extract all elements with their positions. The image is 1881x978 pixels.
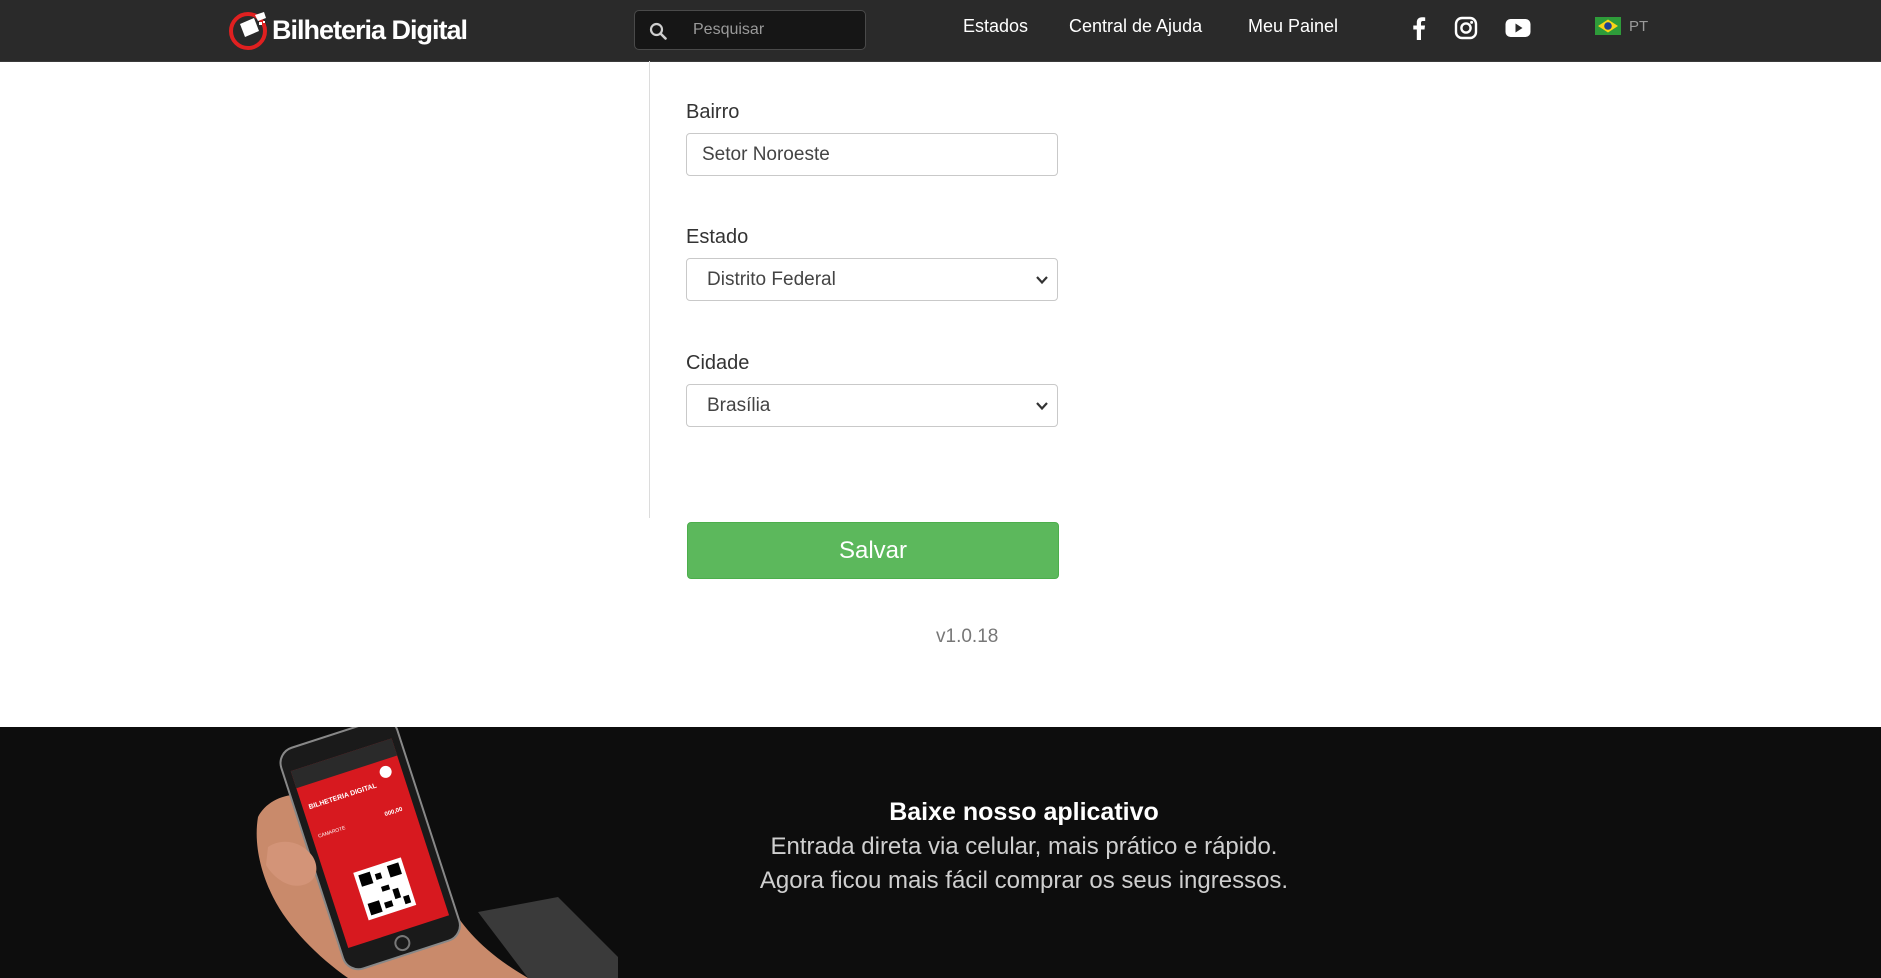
chevron-down-icon xyxy=(1036,402,1048,411)
save-button[interactable]: Salvar xyxy=(687,522,1059,579)
app-promo-footer: BILHETERIA DIGITAL CAMAROTE 000,00 Baixe… xyxy=(0,727,1881,978)
search-box xyxy=(634,10,866,50)
language-selector[interactable]: PT xyxy=(1595,17,1648,35)
bairro-field[interactable] xyxy=(686,133,1058,176)
app-promo-line-2: Agora ficou mais fácil comprar os seus i… xyxy=(759,867,1289,894)
logo-text: Bilheteria Digital xyxy=(272,14,468,45)
cidade-selected-value: Brasília xyxy=(707,394,771,416)
cidade-label: Cidade xyxy=(686,352,750,374)
nav-link-meu-painel[interactable]: Meu Painel xyxy=(1248,16,1338,37)
search-icon[interactable] xyxy=(649,22,667,40)
site-logo[interactable]: Bilheteria Digital xyxy=(228,9,468,51)
ticket-logo-icon xyxy=(229,12,267,50)
nav-link-estados[interactable]: Estados xyxy=(963,16,1028,37)
brazil-flag-icon xyxy=(1595,17,1621,35)
column-divider xyxy=(649,61,650,518)
version-label: v1.0.18 xyxy=(936,626,999,647)
estado-select[interactable]: Distrito Federal xyxy=(686,258,1058,301)
language-code: PT xyxy=(1629,17,1649,35)
facebook-icon[interactable] xyxy=(1405,14,1433,42)
instagram-icon[interactable] xyxy=(1452,14,1480,42)
estado-label: Estado xyxy=(686,226,749,248)
youtube-icon[interactable] xyxy=(1504,14,1532,42)
top-navbar: Bilheteria Digital Estados Central de Aj… xyxy=(0,0,1881,62)
hand-holding-phone-image: BILHETERIA DIGITAL CAMAROTE 000,00 xyxy=(256,727,618,978)
cidade-select[interactable]: Brasília xyxy=(686,384,1058,427)
bairro-label: Bairro xyxy=(686,101,740,123)
estado-selected-value: Distrito Federal xyxy=(707,268,836,290)
nav-link-central-de-ajuda[interactable]: Central de Ajuda xyxy=(1069,16,1202,37)
chevron-down-icon xyxy=(1036,276,1048,285)
app-promo-line-1: Entrada direta via celular, mais prático… xyxy=(770,833,1278,860)
search-input[interactable] xyxy=(693,11,859,49)
app-promo-title: Baixe nosso aplicativo xyxy=(889,798,1159,826)
